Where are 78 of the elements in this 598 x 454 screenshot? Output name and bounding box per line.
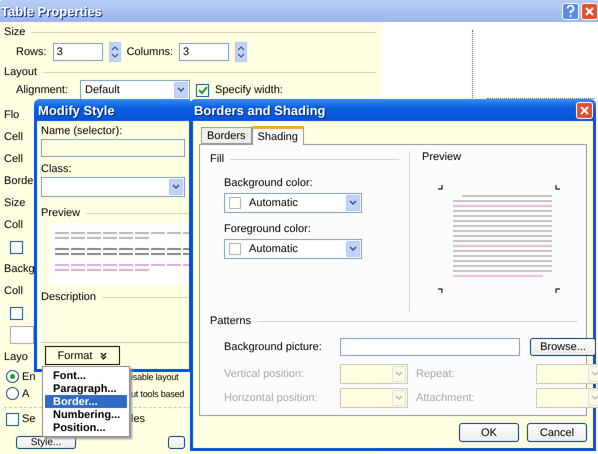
menu-item[interactable]: Position... (45, 421, 127, 434)
group-heading: Layout (4, 66, 38, 78)
chevron-down-icon[interactable] (346, 241, 360, 257)
radio-button[interactable] (6, 387, 19, 400)
option-label: les (131, 413, 146, 425)
window-title: Table Properties (1, 4, 102, 18)
background-color-dropdown[interactable]: Automatic (224, 193, 362, 213)
style-button[interactable]: Style... (16, 436, 76, 449)
group-heading: Fill (210, 153, 224, 165)
menu-item[interactable]: Font... (45, 369, 127, 382)
format-button[interactable]: Format (45, 346, 120, 365)
spinner-icon[interactable] (108, 42, 121, 62)
chevron-down-icon[interactable] (174, 82, 188, 98)
color-swatch (229, 197, 241, 209)
columns-field[interactable]: 3 (179, 43, 230, 61)
spinner-icon[interactable] (235, 42, 248, 62)
field-label: Repeat: (416, 368, 456, 380)
option-label: ut tools based (131, 388, 184, 398)
field-label: Flo (4, 109, 20, 121)
chevron-down-icon[interactable] (169, 179, 183, 195)
field-label: Borde (4, 175, 34, 187)
field-label: Cell (4, 131, 23, 143)
background-picture-field[interactable] (340, 338, 520, 356)
double-chevron-icon (100, 352, 108, 360)
name-field[interactable] (41, 139, 185, 157)
field-label: Layo (4, 351, 28, 363)
color-swatch[interactable] (10, 326, 34, 344)
rows-field[interactable]: 3 (52, 43, 103, 61)
radio-label: En (22, 370, 36, 382)
ok-button[interactable]: OK (459, 423, 519, 442)
field-label: Backg (4, 263, 35, 275)
class-dropdown[interactable] (41, 177, 185, 197)
browse-button[interactable]: Browse... (530, 338, 596, 356)
group-heading: Preview (41, 207, 80, 219)
checkbox-label: Se (22, 413, 36, 425)
menu-item[interactable]: Paragraph... (45, 382, 127, 395)
group-heading: Size (4, 26, 26, 38)
field-label: Horizontal position: (224, 392, 319, 404)
alignment-dropdown[interactable]: Default (80, 80, 190, 100)
field-label: Coll (4, 285, 23, 297)
field-label: Size (4, 197, 26, 209)
field-label: Name (selector): (41, 125, 124, 137)
field-label: Cell (4, 153, 23, 165)
dialog-button[interactable] (168, 436, 185, 449)
field-label: Background picture: (224, 341, 323, 353)
menu-item[interactable]: Numbering... (45, 408, 127, 421)
field-label: Vertical position: (224, 368, 306, 380)
option-label: isable layout (131, 372, 178, 382)
tab[interactable]: Shading (252, 126, 304, 145)
checkbox[interactable] (10, 306, 23, 320)
group-heading: Patterns (210, 315, 251, 327)
field-label: Attachment: (416, 392, 476, 404)
radio-label: A (22, 388, 30, 400)
field-label: Foreground color: (224, 223, 312, 235)
checkbox[interactable] (196, 84, 209, 96)
field-label: Alignment: (16, 84, 69, 96)
checkbox[interactable] (10, 240, 23, 254)
checkbox-label: Specify width: (215, 84, 283, 96)
radio-button[interactable] (6, 370, 19, 383)
group-heading: Preview (422, 151, 462, 163)
field-label: Columns: (126, 46, 174, 58)
tab[interactable]: Borders (201, 127, 252, 144)
field-label: Class: (41, 163, 73, 175)
window-title: Modify Style (38, 102, 115, 118)
cancel-button[interactable]: Cancel (527, 423, 587, 442)
help-icon[interactable] (562, 2, 579, 20)
close-icon[interactable] (581, 2, 598, 20)
group-heading: Description (41, 291, 96, 303)
field-label: Coll (4, 219, 23, 231)
window-title: Borders and Shading (194, 102, 326, 118)
close-icon[interactable] (576, 102, 593, 118)
field-label: Rows: (16, 46, 47, 58)
checkbox[interactable] (6, 412, 19, 426)
menu-item[interactable]: Border... (45, 395, 127, 408)
foreground-color-dropdown[interactable]: Automatic (224, 239, 362, 259)
field-label: Background color: (224, 177, 314, 189)
chevron-down-icon[interactable] (346, 195, 360, 211)
color-swatch (229, 243, 241, 255)
